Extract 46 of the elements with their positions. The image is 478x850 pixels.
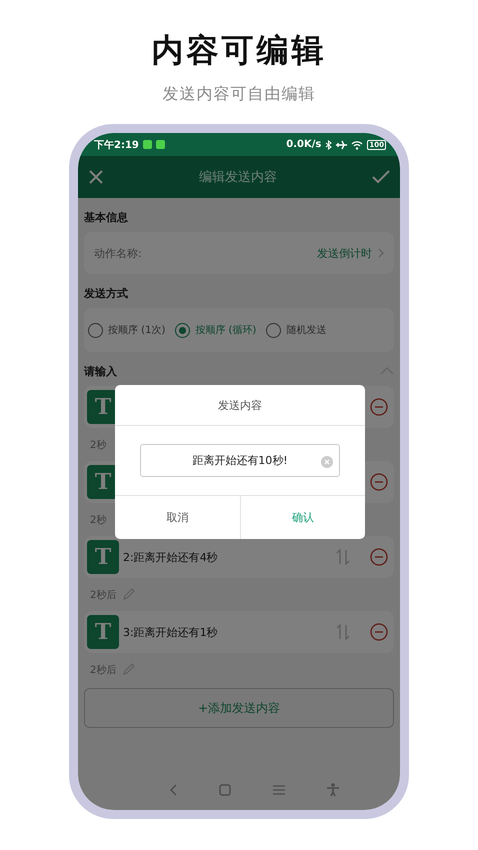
field-label: 动作名称: [94, 246, 143, 260]
section-heading: 基本信息 [84, 210, 128, 224]
delay-text: 2秒后 [90, 664, 116, 676]
radio-option[interactable]: 按顺序 (循环) [175, 322, 256, 338]
remove-icon[interactable] [370, 473, 388, 491]
reorder-icon[interactable] [336, 624, 350, 640]
airplane-icon [336, 140, 348, 150]
remove-icon[interactable] [370, 623, 388, 641]
remove-icon[interactable] [370, 398, 388, 416]
check-icon[interactable] [372, 169, 390, 185]
cancel-button[interactable]: 取消 [115, 496, 240, 539]
remove-icon[interactable] [370, 548, 388, 566]
home-icon[interactable] [219, 784, 231, 796]
radio-option[interactable]: 按顺序 (1次) [88, 322, 166, 338]
page-title: 内容可编辑 [152, 30, 326, 70]
delay-text: 2秒 [90, 514, 106, 526]
reorder-icon[interactable] [336, 549, 350, 565]
section-heading: 请输入 [84, 364, 117, 378]
pencil-icon[interactable] [122, 663, 136, 676]
confirm-button[interactable]: 确认 [240, 496, 365, 539]
page-subtitle: 发送内容可自由编辑 [162, 84, 316, 104]
pencil-icon[interactable] [122, 588, 136, 601]
delay-text: 2秒 [90, 438, 106, 452]
radio-option[interactable]: 随机发送 [266, 322, 326, 338]
accessibility-icon[interactable] [327, 783, 339, 797]
bluetooth-icon [325, 140, 332, 150]
add-content-button[interactable]: +添加发送内容 [84, 688, 394, 728]
input-field[interactable]: 距离开始还有10秒! [140, 444, 340, 477]
delay-text: 2秒后 [90, 588, 116, 602]
status-time: 下午2:19 [94, 138, 139, 152]
network-speed: 0.0K/s [286, 139, 322, 150]
screen-title: 编辑发送内容 [199, 169, 277, 186]
field-value: 发送倒计时 [317, 246, 372, 260]
text-type-icon: T [87, 615, 119, 649]
chevron-right-icon [378, 248, 384, 258]
section-heading: 发送方式 [84, 286, 128, 300]
dialog-title: 发送内容 [115, 385, 365, 426]
item-text: 3:距离开始还有1秒 [123, 624, 219, 640]
back-icon[interactable] [169, 784, 177, 796]
menu-icon[interactable] [273, 785, 285, 795]
action-name-row[interactable]: 动作名称: 发送倒计时 [84, 232, 394, 274]
wifi-icon [351, 140, 364, 150]
clear-icon[interactable] [321, 456, 333, 468]
item-text: 2:距离开始还有4秒 [123, 550, 219, 564]
text-type-icon: T [87, 540, 119, 574]
close-icon[interactable] [88, 169, 104, 185]
